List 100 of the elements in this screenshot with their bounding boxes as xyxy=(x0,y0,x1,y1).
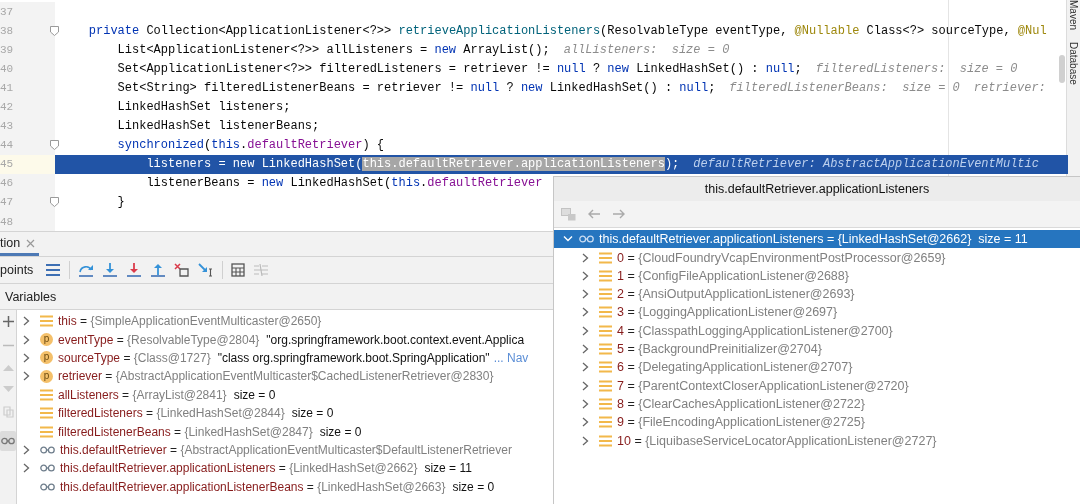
chevron-right-icon[interactable] xyxy=(582,362,589,373)
line-number: 44 xyxy=(0,139,14,152)
step-into-icon[interactable] xyxy=(102,263,119,277)
chevron-right-icon[interactable] xyxy=(23,334,30,345)
line-number: 48 xyxy=(0,215,14,228)
inline-value-hint: defaultRetriever: AbstractApplicationEventMultic xyxy=(693,157,1039,172)
element-entry[interactable]: 5 = {BackgroundPreinitializer@2704} xyxy=(617,342,822,356)
run-to-cursor-icon[interactable] xyxy=(198,263,215,277)
chevron-down-icon[interactable] xyxy=(563,235,573,244)
field-icon xyxy=(599,288,612,301)
code-line: Set<String> filteredListenerBeans = retriever != null ? new LinkedHashSet() : null; xyxy=(116,80,716,95)
fold-marker-icon[interactable] xyxy=(50,140,59,151)
line-number: 47 xyxy=(0,196,14,209)
field-icon xyxy=(40,315,53,328)
chevron-right-icon[interactable] xyxy=(582,344,589,354)
fold-marker-icon[interactable] xyxy=(50,197,59,208)
glasses-icon xyxy=(40,482,55,491)
field-icon xyxy=(40,388,53,401)
fold-marker-icon[interactable] xyxy=(50,25,59,36)
variable-entry[interactable]: this.defaultRetriever.applicationListeners = {LinkedHashSet@2662} size = 11 xyxy=(60,461,472,476)
glasses-icon xyxy=(579,235,594,244)
inline-value-hint: filteredListenerBeans: size = 0 xyxy=(729,80,960,95)
element-entry[interactable]: 2 = {AnsiOutputApplicationListener@2693} xyxy=(617,287,855,302)
field-icon xyxy=(599,324,612,337)
chevron-right-icon[interactable] xyxy=(23,463,30,474)
element-entry[interactable]: 7 = {ParentContextCloserApplicationListener@2720} xyxy=(617,378,909,393)
element-entry[interactable]: 1 = {ConfigFileApplicationListener@2688} xyxy=(617,268,849,283)
line-number: 43 xyxy=(0,120,14,133)
field-icon xyxy=(599,306,612,319)
force-step-into-icon[interactable] xyxy=(126,263,143,277)
line-number: 40 xyxy=(0,62,14,75)
line-number: 41 xyxy=(0,81,14,94)
field-icon xyxy=(599,251,612,264)
popup-title: this.defaultRetriever.applicationListeners xyxy=(704,182,930,196)
watches-toggle[interactable] xyxy=(0,431,16,451)
variable-entry[interactable]: filteredListenerBeans = {LinkedHashSet@2847} size = 0 xyxy=(58,424,362,439)
parameter-icon: p xyxy=(40,369,53,383)
line-number: 39 xyxy=(0,43,14,56)
field-icon xyxy=(40,425,53,438)
element-entry[interactable]: 4 = {ClasspathLoggingApplicationListener@2700} xyxy=(617,323,893,338)
inline-value-hint: allListeners: size = 0 xyxy=(563,42,730,57)
field-icon xyxy=(599,397,612,410)
chevron-right-icon[interactable] xyxy=(23,316,30,327)
scrollbar-thumb[interactable] xyxy=(1059,55,1065,83)
step-out-icon[interactable] xyxy=(150,263,167,277)
parameter-icon: p xyxy=(40,333,53,347)
glasses-icon xyxy=(40,445,55,454)
calculator-icon[interactable] xyxy=(231,263,246,277)
chevron-right-icon[interactable] xyxy=(582,270,589,281)
chevron-right-icon[interactable] xyxy=(582,398,589,409)
variable-entry[interactable]: filteredListeners = {LinkedHashSet@2844} size = 0 xyxy=(58,406,334,421)
element-entry[interactable]: 8 = {ClearCachesApplicationListener@2722} xyxy=(617,396,865,411)
chevron-right-icon[interactable] xyxy=(23,444,30,455)
tree-row[interactable]: this.defaultRetriever.applicationListeners = {LinkedHashSet@2662} size = 11 xyxy=(554,230,1080,249)
chevron-right-icon[interactable] xyxy=(582,307,589,318)
chevron-right-icon[interactable] xyxy=(582,417,589,428)
glasses-icon xyxy=(1,437,15,445)
field-icon xyxy=(599,361,612,374)
glasses-icon xyxy=(40,464,55,473)
variable-entry[interactable]: sourceType = {Class@1727} "class org.springframework.boot.SpringApplication" xyxy=(58,350,490,365)
step-over-icon[interactable] xyxy=(78,263,95,277)
drop-frame-icon[interactable] xyxy=(174,263,191,277)
tool-window-tab[interactable]: Database xyxy=(1068,42,1079,85)
element-entry[interactable]: 3 = {LoggingApplicationListener@2697} xyxy=(617,305,838,320)
variables-title: Variables xyxy=(5,289,57,304)
element-entry[interactable]: 9 = {FileEncodingApplicationListener@2725} xyxy=(617,415,865,430)
tool-window-tab[interactable]: Maven xyxy=(1068,0,1079,30)
element-entry[interactable]: 6 = {DelegatingApplicationListener@2707} xyxy=(617,360,853,375)
field-icon xyxy=(599,269,612,282)
chevron-right-icon[interactable] xyxy=(582,252,589,263)
field-icon xyxy=(40,407,53,420)
variable-entry[interactable]: retriever = {AbstractApplicationEventMulticaster$CachedListenerRetriever@2830} xyxy=(58,369,494,384)
line-number: 38 xyxy=(0,24,14,37)
chevron-right-icon[interactable] xyxy=(582,325,589,336)
field-icon xyxy=(599,416,612,429)
close-icon[interactable] xyxy=(26,238,36,248)
chevron-right-icon[interactable] xyxy=(582,435,589,446)
chevron-right-icon[interactable] xyxy=(582,380,589,391)
code-line: listeners = new LinkedHashSet(this.defaultRetriever.applicationListeners); xyxy=(145,157,680,172)
variable-entry[interactable]: this = {SimpleApplicationEventMulticaster@2650} xyxy=(58,314,322,329)
variable-entry[interactable]: this.defaultRetriever.applicationListenerBeans = {LinkedHashSet@2663} size = 0 xyxy=(60,479,495,494)
chevron-right-icon[interactable] xyxy=(23,352,30,363)
list-icon[interactable] xyxy=(45,263,62,277)
add-icon[interactable] xyxy=(2,316,14,327)
element-entry[interactable]: 10 = {LiquibaseServiceLocatorApplicationListener@2727} xyxy=(617,433,937,448)
code-line: private Collection<ApplicationListener<?>> retrieveApplicationListeners(ResolvableType eventType, @Nullable Class<?> sourceType, @Nul xyxy=(87,23,1047,38)
variable-entry[interactable]: eventType = {ResolvableType@2804} "org.springframework.boot.context.event.Applica xyxy=(58,332,525,347)
chevron-right-icon[interactable] xyxy=(582,289,589,300)
debug-tab[interactable]: tion xyxy=(0,233,40,256)
breakpoints-label[interactable]: points xyxy=(0,263,34,277)
line-number: 46 xyxy=(0,177,14,190)
field-icon xyxy=(599,434,612,447)
code-line: List<ApplicationListener<?>> allListeners = new ArrayList(); xyxy=(116,42,550,57)
variable-entry[interactable]: this.defaultRetriever = {AbstractApplicationEventMulticaster$DefaultListenerRetriever xyxy=(60,442,512,457)
line-number: 42 xyxy=(0,101,14,113)
code-line: } xyxy=(116,195,125,210)
code-line: listenerBeans = new LinkedHashSet(this.defaultRetriever xyxy=(145,176,543,191)
element-entry[interactable]: 0 = {CloudFoundryVcapEnvironmentPostProcessor@2659} xyxy=(617,250,946,265)
variable-entry[interactable]: allListeners = {ArrayList@2841} size = 0 xyxy=(58,387,276,402)
chevron-right-icon[interactable] xyxy=(23,371,30,382)
